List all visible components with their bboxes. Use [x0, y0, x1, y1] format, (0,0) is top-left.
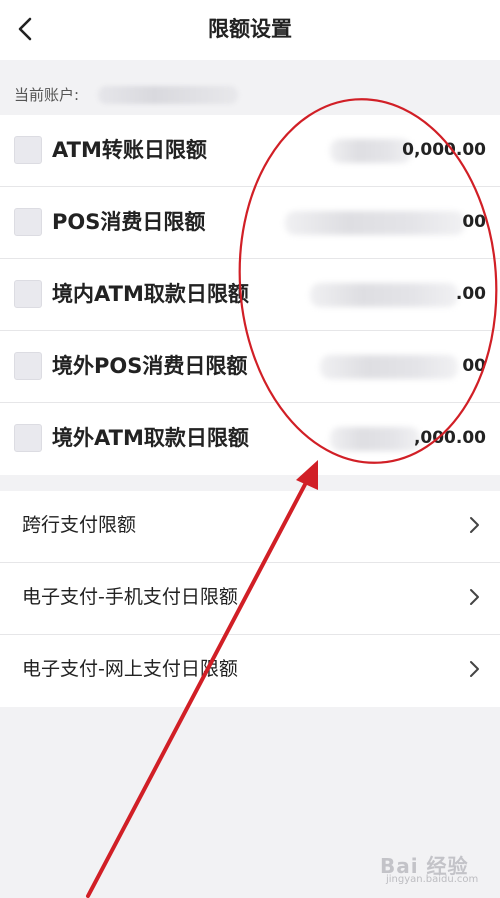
page-title: 限额设置 — [208, 17, 292, 41]
limit-label: ATM转账日限额 — [52, 138, 207, 162]
section-divider — [0, 475, 500, 491]
chevron-right-icon — [470, 661, 479, 677]
limit-checkbox[interactable] — [14, 136, 42, 164]
row-label: 电子支付-手机支付日限额 — [22, 586, 238, 608]
watermark-sub: jingyan.baidu.com — [386, 874, 479, 885]
value-blur — [320, 355, 458, 379]
value-blur — [330, 139, 412, 163]
limit-value: .00 — [455, 284, 486, 304]
limit-label: 境外ATM取款日限额 — [52, 426, 249, 450]
limit-value: 00 — [462, 356, 486, 376]
chevron-right-icon — [470, 589, 479, 605]
value-blur — [285, 211, 465, 235]
payment-limit-list: 跨行支付限额 电子支付-手机支付日限额 电子支付-网上支付日限额 — [0, 491, 500, 707]
row-mobile-payment-limit[interactable]: 电子支付-手机支付日限额 — [0, 563, 500, 635]
account-bar: 当前账户: — [0, 60, 500, 115]
limit-row-overseas-pos[interactable]: 境外POS消费日限额 00 — [0, 331, 500, 403]
limit-value: 0,000.00 — [402, 140, 486, 160]
limit-row-pos-spend[interactable]: POS消费日限额 00 — [0, 187, 500, 259]
limit-row-atm-transfer[interactable]: ATM转账日限额 0,000.00 — [0, 115, 500, 187]
row-online-payment-limit[interactable]: 电子支付-网上支付日限额 — [0, 635, 500, 707]
row-label: 电子支付-网上支付日限额 — [22, 658, 238, 680]
limit-label: 境外POS消费日限额 — [52, 354, 248, 378]
value-blur — [310, 283, 458, 307]
limit-label: POS消费日限额 — [52, 210, 206, 234]
limit-list: ATM转账日限额 0,000.00 POS消费日限额 00 境内ATM取款日限额… — [0, 115, 500, 475]
limit-value: 00 — [462, 212, 486, 232]
account-number-blurred — [98, 86, 238, 104]
chevron-right-icon — [470, 517, 479, 533]
watermark-text: Bai 经验 — [380, 854, 469, 878]
limit-checkbox[interactable] — [14, 424, 42, 452]
limit-checkbox[interactable] — [14, 208, 42, 236]
limit-label: 境内ATM取款日限额 — [52, 282, 249, 306]
watermark: Bai 经验 jingyan.baidu.com — [380, 848, 490, 890]
row-interbank-payment-limit[interactable]: 跨行支付限额 — [0, 491, 500, 563]
value-blur — [330, 427, 420, 451]
account-label: 当前账户: — [14, 86, 80, 104]
limit-checkbox[interactable] — [14, 352, 42, 380]
limit-row-overseas-atm[interactable]: 境外ATM取款日限额 ,000.00 — [0, 403, 500, 475]
row-label: 跨行支付限额 — [22, 514, 137, 536]
limit-row-domestic-atm[interactable]: 境内ATM取款日限额 .00 — [0, 259, 500, 331]
limit-checkbox[interactable] — [14, 280, 42, 308]
top-bar: 限额设置 — [0, 0, 500, 60]
limit-value: ,000.00 — [413, 428, 486, 448]
